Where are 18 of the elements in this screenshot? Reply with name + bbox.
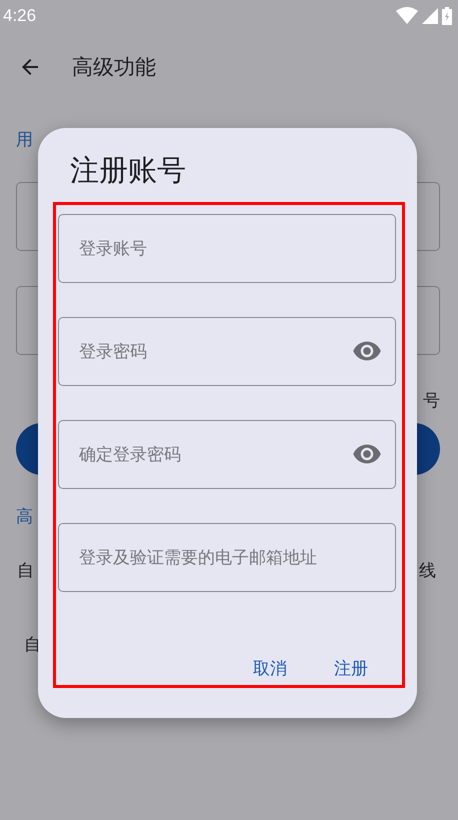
setting-value: 线	[419, 560, 436, 583]
cancel-button[interactable]: 取消	[247, 653, 293, 685]
section-label: 用	[16, 129, 33, 152]
status-time: 4:26	[3, 6, 36, 26]
field-label: 号	[423, 390, 440, 413]
register-button[interactable]: 注册	[328, 653, 374, 685]
input-field[interactable]: 登录账号	[58, 214, 396, 283]
battery-icon	[442, 7, 452, 25]
setting-label: 自	[24, 634, 41, 657]
setting-label: 自	[17, 560, 34, 583]
page-title: 高级功能	[72, 54, 156, 81]
password-field[interactable]: 确定登录密码	[58, 420, 396, 489]
dialog-title: 注册账号	[70, 152, 186, 189]
password-field[interactable]: 登录密码	[58, 317, 396, 386]
wifi-icon	[396, 7, 418, 25]
section-label: 高	[16, 506, 33, 529]
input-field[interactable]: 登录及验证需要的电子邮箱地址	[58, 523, 396, 592]
signal-icon	[422, 8, 438, 24]
